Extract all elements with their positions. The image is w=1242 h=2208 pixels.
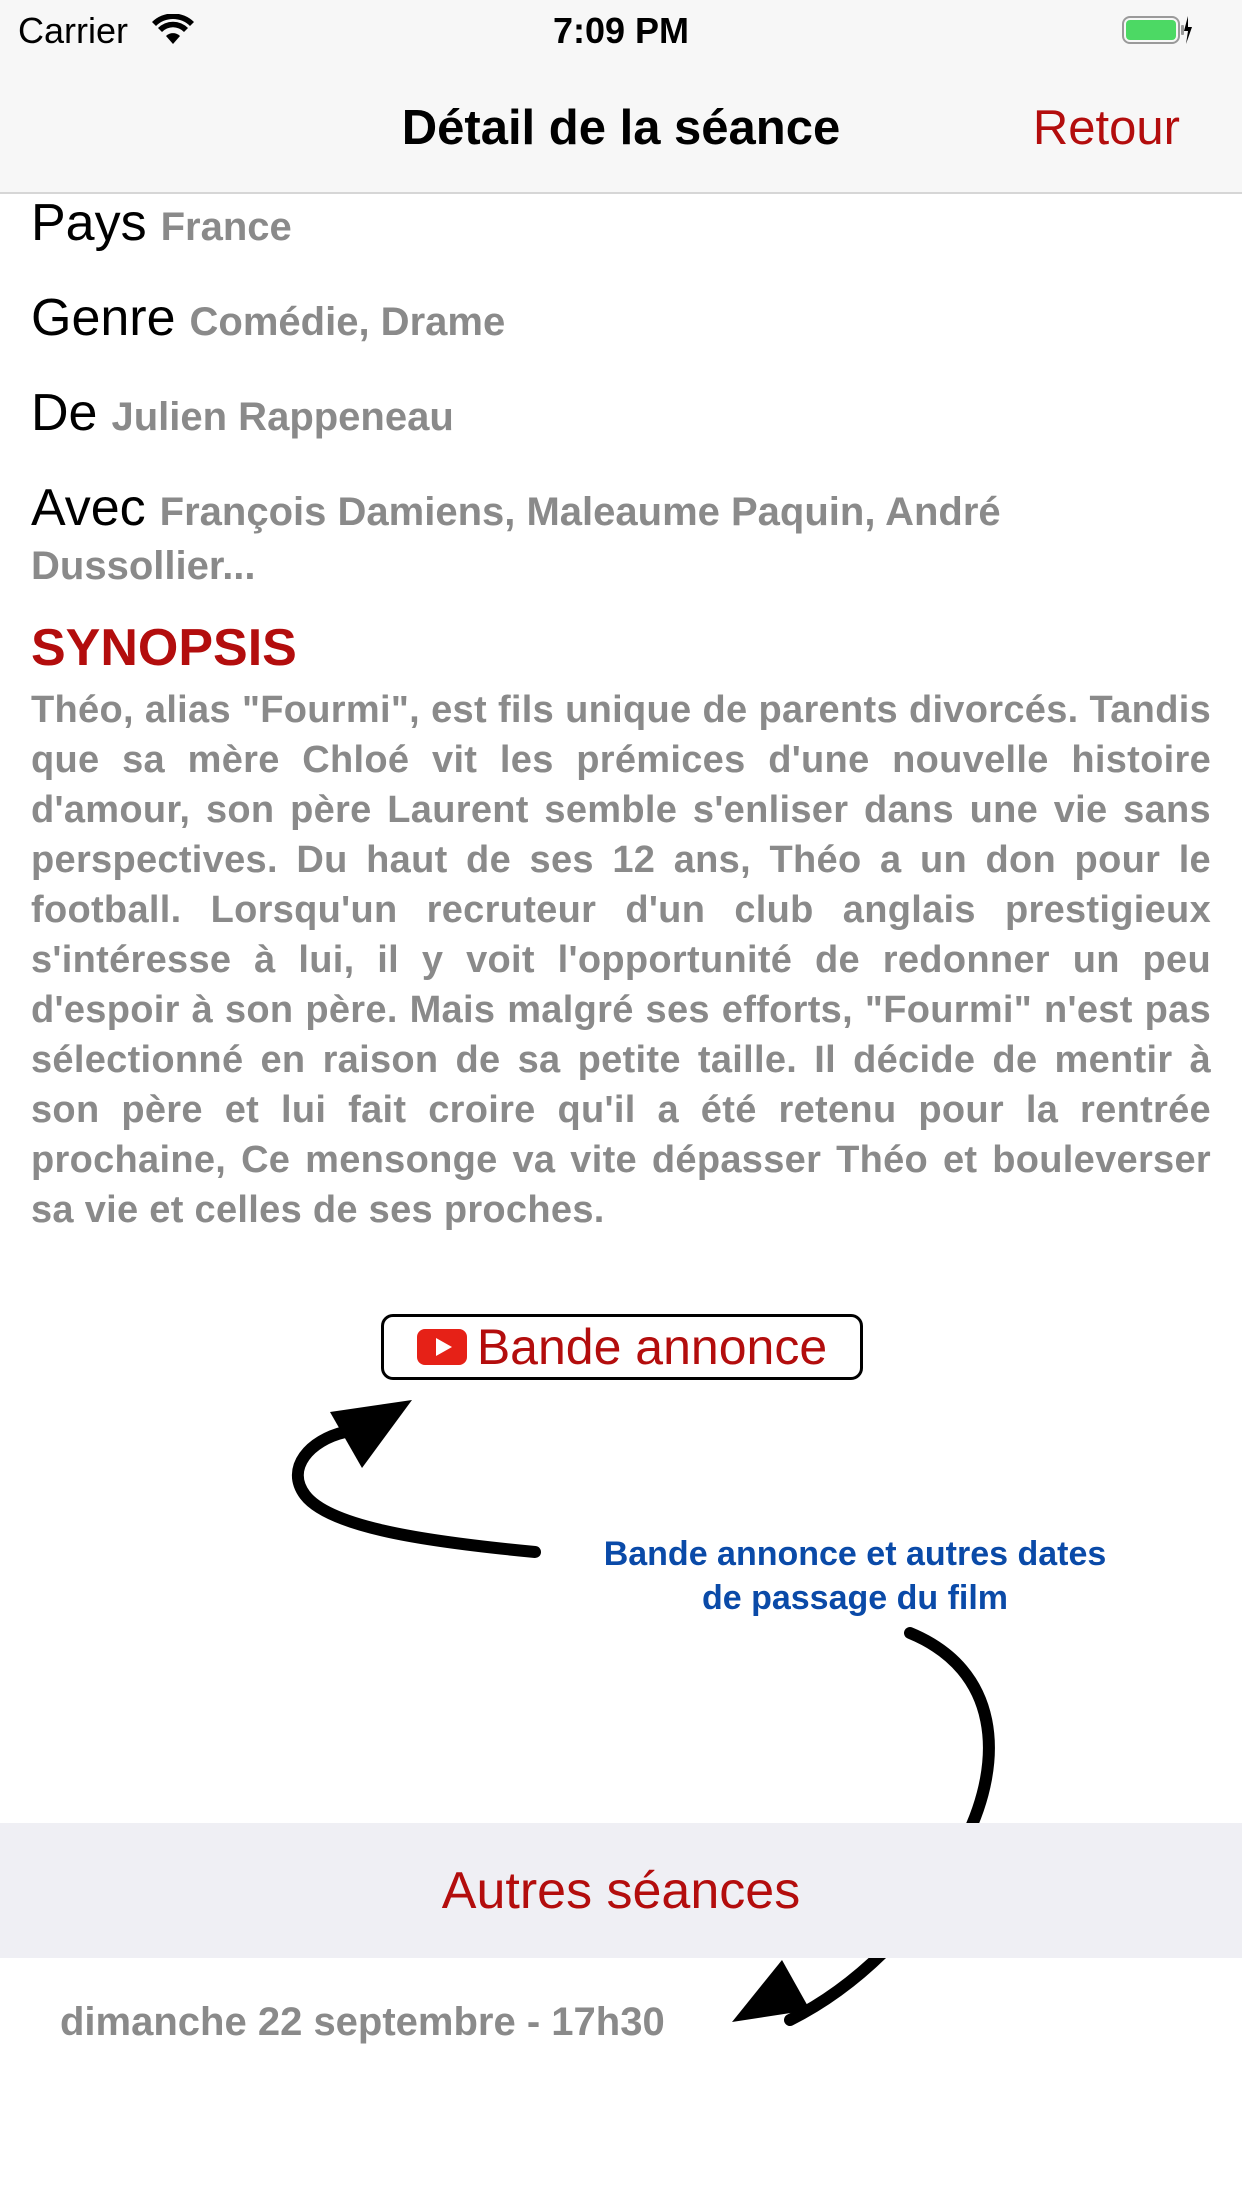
annotation-line: Bande annonce et autres dates [603, 1535, 1107, 1573]
battery-icon [1122, 16, 1192, 44]
detail-label: Pays [31, 194, 147, 252]
arrow-head-trailer [330, 1400, 412, 1468]
detail-label: Genre [31, 289, 176, 347]
top-bar: Carrier 7:09 PM Détail de la séance Reto… [0, 0, 1242, 194]
detail-value: Comédie, Drame [189, 300, 506, 344]
other-sessions-header: Autres séances [0, 1823, 1242, 1958]
detail-label: De [31, 384, 98, 442]
trailer-button[interactable]: Bande annonce [381, 1314, 863, 1380]
detail-label: Avec [31, 479, 146, 537]
detail-row-country: Pays France [31, 196, 292, 254]
detail-row-genre: Genre Comédie, Drame [31, 291, 505, 349]
status-time: 7:09 PM [552, 10, 690, 51]
youtube-icon [416, 1329, 467, 1365]
annotation-line: de passage du film [701, 1579, 1009, 1617]
other-sessions-title: Autres séances [441, 1862, 801, 1920]
synopsis-heading: SYNOPSIS [31, 619, 297, 677]
detail-value: François Damiens, Maleaume Paquin, André… [31, 490, 1001, 588]
arrow-to-trailer [291, 1426, 541, 1558]
synopsis-text: Théo, alias "Fourmi", est fils unique de… [31, 689, 1211, 1231]
annotation-note: Bande annonce et autres dates de passage… [560, 1532, 1150, 1620]
session-item[interactable]: dimanche 22 septembre - 17h30 [60, 2000, 665, 2045]
back-button[interactable]: Retour [1033, 100, 1180, 156]
detail-value: Julien Rappeneau [111, 395, 454, 439]
trailer-label: Bande annonce [476, 1319, 828, 1375]
detail-row-director: De Julien Rappeneau [31, 386, 454, 444]
detail-row-cast: Avec François Damiens, Maleaume Paquin, A… [31, 481, 1211, 593]
detail-value: France [160, 205, 292, 249]
arrow-head-session [732, 1960, 810, 2022]
